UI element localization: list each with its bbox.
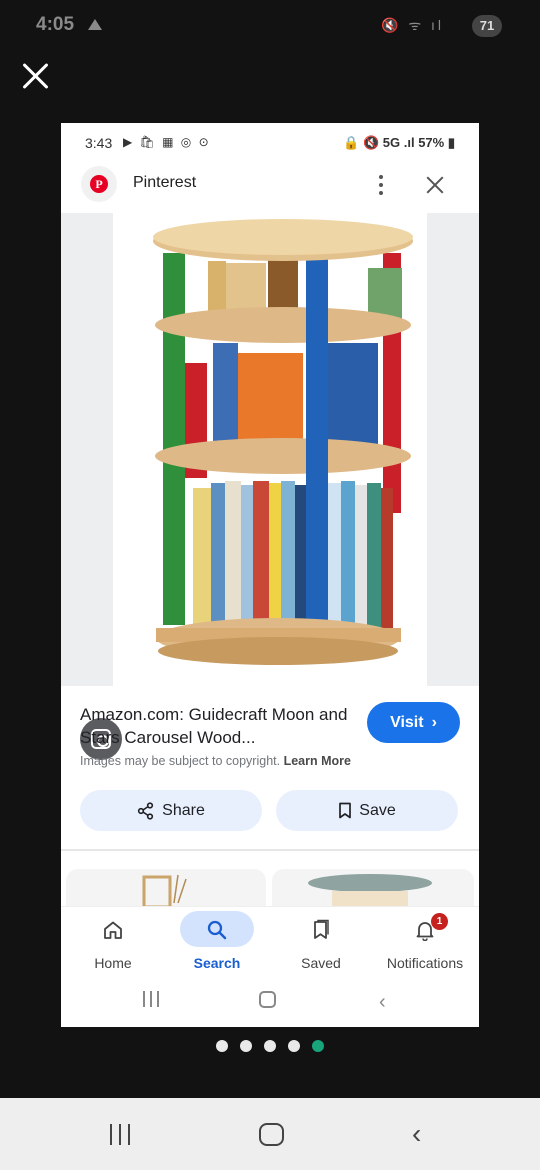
pinterest-logo-icon: P (81, 166, 117, 202)
inner-system-nav: ‹ (61, 981, 479, 1027)
related-image-thumbnail[interactable] (272, 869, 474, 909)
learn-more-link[interactable]: Learn More (284, 754, 351, 768)
close-icon[interactable] (425, 175, 445, 195)
visit-label: Visit (390, 713, 424, 731)
back-button-icon[interactable]: ‹ (412, 1118, 421, 1150)
frame-thumbnail-art (142, 874, 187, 909)
nav-notifications[interactable]: 1 Notifications (375, 907, 475, 982)
share-label: Share (162, 801, 205, 819)
nav-search-label: Search (193, 955, 241, 971)
section-divider (61, 849, 479, 851)
image-viewer: 4:05 🔇 ᯤ ıl 71 3:43 ▶ 🛍 ▦ ◎ ⊙ 🔒 🔇 5G .ıl… (0, 0, 540, 1170)
page-dot[interactable] (240, 1040, 252, 1052)
visit-button[interactable]: Visit › (367, 702, 460, 743)
product-image[interactable] (113, 213, 427, 686)
bookcase-illustration (153, 219, 413, 665)
system-navigation-bar: ‹ (0, 1098, 540, 1170)
page-dot-active[interactable] (312, 1040, 324, 1052)
inner-clock: 3:43 (85, 135, 113, 151)
bookmark-icon (339, 802, 352, 819)
save-label: Save (359, 801, 396, 819)
outer-clock: 4:05 (36, 14, 75, 35)
screenshot-image: 3:43 ▶ 🛍 ▦ ◎ ⊙ 🔒 🔇 5G .ıl 57% ▮ P Pinter… (61, 123, 479, 1027)
share-button[interactable]: Share (80, 790, 262, 831)
result-header: P Pinterest (61, 163, 479, 213)
source-title: Pinterest (133, 174, 197, 191)
notification-count-badge: 1 (431, 913, 448, 930)
upload-icon (88, 19, 102, 30)
notification-icons: ▶ 🛍 ▦ ◎ ⊙ (123, 135, 211, 149)
nav-saved[interactable]: Saved (271, 907, 371, 982)
table-thumbnail-art (308, 874, 432, 909)
page-dot[interactable] (288, 1040, 300, 1052)
outer-battery-badge: 71 (472, 15, 502, 37)
more-options-icon[interactable] (377, 175, 385, 197)
nav-notifications-label: Notifications (386, 955, 464, 971)
result-title[interactable]: Amazon.com: Guidecraft Moon and Stars Ca… (80, 703, 350, 749)
search-icon (207, 920, 227, 940)
inner-status-right: 🔒 🔇 5G .ıl 57% ▮ (343, 135, 455, 150)
home-button-icon (259, 991, 276, 1008)
product-image-area[interactable] (61, 213, 479, 760)
back-icon: ‹ (379, 991, 386, 1013)
share-icon (138, 801, 154, 820)
copyright-text: Images may be subject to copyright. (80, 754, 281, 768)
related-image-thumbnail[interactable] (66, 869, 266, 909)
bottom-navigation: Home Search Saved 1 Notifications (61, 906, 479, 981)
copyright-notice: Images may be subject to copyright. Lear… (80, 754, 351, 768)
chevron-right-icon: › (431, 713, 437, 731)
bookmarks-icon (314, 919, 329, 939)
nav-saved-label: Saved (301, 955, 341, 971)
outer-status-icons: 🔇 ᯤ ıl (381, 17, 444, 33)
recents-icon (143, 991, 159, 1009)
page-dot[interactable] (216, 1040, 228, 1052)
home-icon (104, 921, 122, 939)
save-button[interactable]: Save (276, 790, 458, 831)
inner-status-bar: 3:43 ▶ 🛍 ▦ ◎ ⊙ 🔒 🔇 5G .ıl 57% ▮ (61, 123, 479, 163)
pinterest-logo-letter: P (90, 175, 108, 193)
page-indicator (0, 1040, 540, 1052)
nav-search[interactable]: Search (167, 907, 267, 982)
outer-status-bar: 4:05 🔇 ᯤ ıl 71 (0, 0, 540, 52)
close-viewer-icon[interactable] (20, 60, 52, 92)
nav-home-label: Home (94, 955, 132, 971)
home-button-icon[interactable] (259, 1123, 284, 1146)
nav-home[interactable]: Home (63, 907, 163, 982)
page-dot[interactable] (264, 1040, 276, 1052)
recents-button-icon[interactable] (110, 1124, 134, 1146)
